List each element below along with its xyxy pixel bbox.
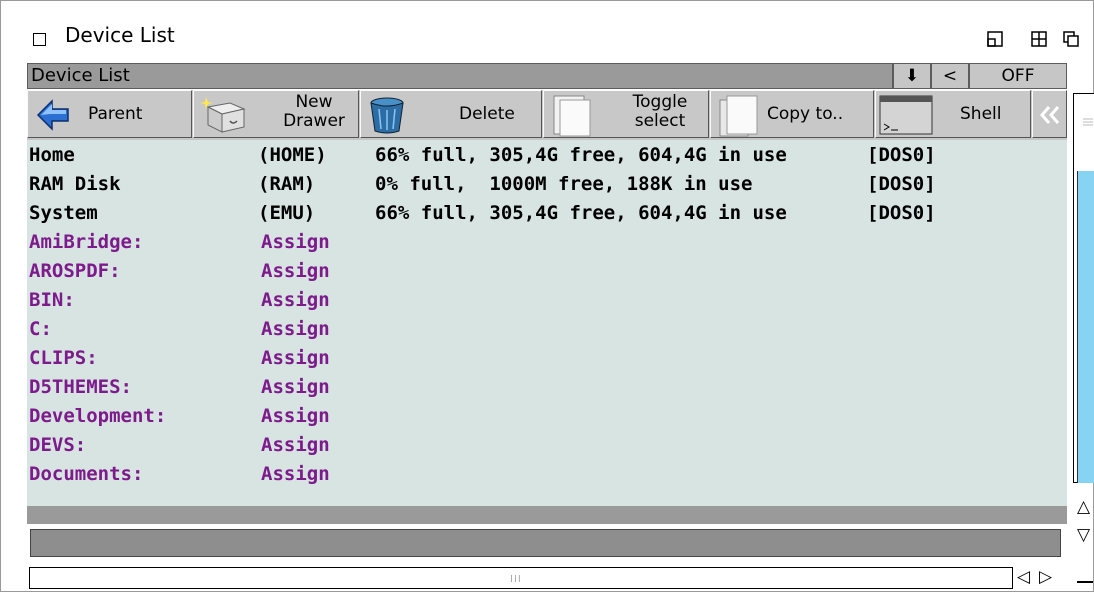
- scroll-right-arrow-icon[interactable]: ▷: [1039, 567, 1052, 587]
- lister-back-button[interactable]: <: [931, 63, 969, 89]
- back-arrow-icon: [36, 99, 69, 131]
- assign-name: CLIPS:: [29, 347, 98, 369]
- new-drawer-label-line1: New: [295, 92, 333, 112]
- list-item[interactable]: AROSPDF: Assign: [27, 260, 1067, 289]
- list-item[interactable]: System (EMU) 66% full, 305,4G free, 604,…: [27, 202, 1067, 231]
- toggle-select-line1: Toggle: [632, 92, 688, 112]
- vscroll-knob[interactable]: [1077, 171, 1094, 483]
- list-item[interactable]: AmiBridge: Assign: [27, 231, 1067, 260]
- assign-type: Assign: [261, 231, 330, 253]
- zoom-gadget-icon[interactable]: [1031, 31, 1047, 47]
- new-drawer-label: New Drawer: [270, 93, 358, 131]
- assign-name: AROSPDF:: [29, 260, 121, 282]
- list-item[interactable]: Home (HOME) 66% full, 305,4G free, 604,4…: [27, 144, 1067, 173]
- list-item[interactable]: D5THEMES: Assign: [27, 376, 1067, 405]
- assign-type: Assign: [261, 434, 330, 456]
- device-info: 66% full, 305,4G free, 604,4G in use: [375, 144, 787, 166]
- device-volume: (EMU): [258, 202, 316, 224]
- device-volume: (RAM): [258, 173, 316, 195]
- assign-name: D5THEMES:: [29, 376, 132, 398]
- hscroll-knob[interactable]: III: [510, 574, 522, 585]
- scroll-grip-icon: [1083, 118, 1093, 126]
- device-name: Home: [29, 144, 75, 166]
- lister-panel: Device List ⬇ < OFF Parent New Drawer De…: [27, 63, 1067, 593]
- device-list[interactable]: Home (HOME) 66% full, 305,4G free, 604,4…: [27, 140, 1067, 506]
- window-titlebar[interactable]: Device List: [1, 1, 1093, 61]
- close-gadget-icon[interactable]: [33, 33, 46, 46]
- assign-name: DEVS:: [29, 434, 87, 456]
- assign-type: Assign: [261, 260, 330, 282]
- lister-sort-down-button[interactable]: ⬇: [893, 63, 931, 89]
- toggle-select-button[interactable]: Toggle select: [543, 90, 709, 138]
- delete-label: Delete: [459, 104, 515, 124]
- device-volume: (HOME): [258, 144, 327, 166]
- device-name: System: [29, 202, 98, 224]
- lister-title-text: Device List: [31, 65, 130, 86]
- device-name: RAM Disk: [29, 173, 121, 195]
- trash-can-icon: [370, 97, 404, 134]
- assign-name: Documents:: [29, 463, 144, 485]
- lister-window: Device List Device List ⬇ < OFF Parent N…: [0, 0, 1094, 592]
- copy-icon: [719, 95, 758, 137]
- horizontal-scrollbar[interactable]: III: [29, 567, 1013, 589]
- list-item[interactable]: Development: Assign: [27, 405, 1067, 434]
- delete-button[interactable]: Delete: [360, 90, 542, 138]
- assign-type: Assign: [261, 376, 330, 398]
- assign-type: Assign: [261, 289, 330, 311]
- assign-type: Assign: [261, 318, 330, 340]
- new-drawer-button[interactable]: New Drawer: [193, 90, 359, 138]
- copy-to-label: Copy to..: [767, 104, 844, 124]
- list-item[interactable]: CLIPS: Assign: [27, 347, 1067, 376]
- list-item[interactable]: C: Assign: [27, 318, 1067, 347]
- shell-terminal-icon: [879, 95, 933, 135]
- toggle-select-line2: select: [634, 111, 686, 131]
- list-item[interactable]: DEVS: Assign: [27, 434, 1067, 463]
- depth-gadget-icon[interactable]: [1063, 31, 1079, 47]
- toggle-select-icon: [553, 95, 591, 137]
- parent-label: Parent: [88, 104, 143, 124]
- device-handler: [DOS0]: [867, 173, 936, 195]
- assign-type: Assign: [261, 405, 330, 427]
- toggle-select-label: Toggle select: [614, 93, 706, 131]
- lister-off-button[interactable]: OFF: [969, 63, 1067, 89]
- status-bar: [30, 529, 1061, 557]
- device-handler: [DOS0]: [867, 202, 936, 224]
- assign-name: AmiBridge:: [29, 231, 144, 253]
- device-handler: [DOS0]: [867, 144, 936, 166]
- toolbar-scroll-left-button[interactable]: [1032, 90, 1067, 138]
- assign-type: Assign: [261, 463, 330, 485]
- shell-label: Shell: [960, 104, 1002, 124]
- double-chevron-left-icon: [1040, 106, 1060, 124]
- iconify-gadget-icon[interactable]: [987, 31, 1003, 47]
- new-drawer-label-line2: Drawer: [283, 111, 345, 131]
- device-info: 66% full, 305,4G free, 604,4G in use: [375, 202, 787, 224]
- list-item[interactable]: Documents: Assign: [27, 463, 1067, 492]
- scroll-left-arrow-icon[interactable]: ◁: [1017, 567, 1030, 587]
- list-item[interactable]: BIN: Assign: [27, 289, 1067, 318]
- assign-name: Development:: [29, 405, 167, 427]
- size-gadget[interactable]: [1077, 581, 1093, 583]
- list-item[interactable]: RAM Disk (RAM) 0% full, 1000M free, 188K…: [27, 173, 1067, 202]
- assign-name: BIN:: [29, 289, 75, 311]
- copy-to-button[interactable]: Copy to..: [710, 90, 874, 138]
- scroll-down-arrow-icon[interactable]: ▽: [1077, 525, 1090, 545]
- device-info: 0% full, 1000M free, 188K in use: [375, 173, 753, 195]
- new-drawer-icon: [200, 97, 246, 133]
- assign-type: Assign: [261, 347, 330, 369]
- window-title: Device List: [65, 23, 175, 47]
- lister-titlebar[interactable]: Device List: [27, 63, 893, 89]
- list-bottom-border: [27, 506, 1067, 524]
- parent-button[interactable]: Parent: [27, 90, 192, 138]
- scroll-up-arrow-icon[interactable]: △: [1077, 497, 1090, 517]
- shell-button[interactable]: Shell: [875, 90, 1031, 138]
- toolbar: Parent New Drawer Delete Toggle select C…: [27, 90, 1067, 140]
- assign-name: C:: [29, 318, 52, 340]
